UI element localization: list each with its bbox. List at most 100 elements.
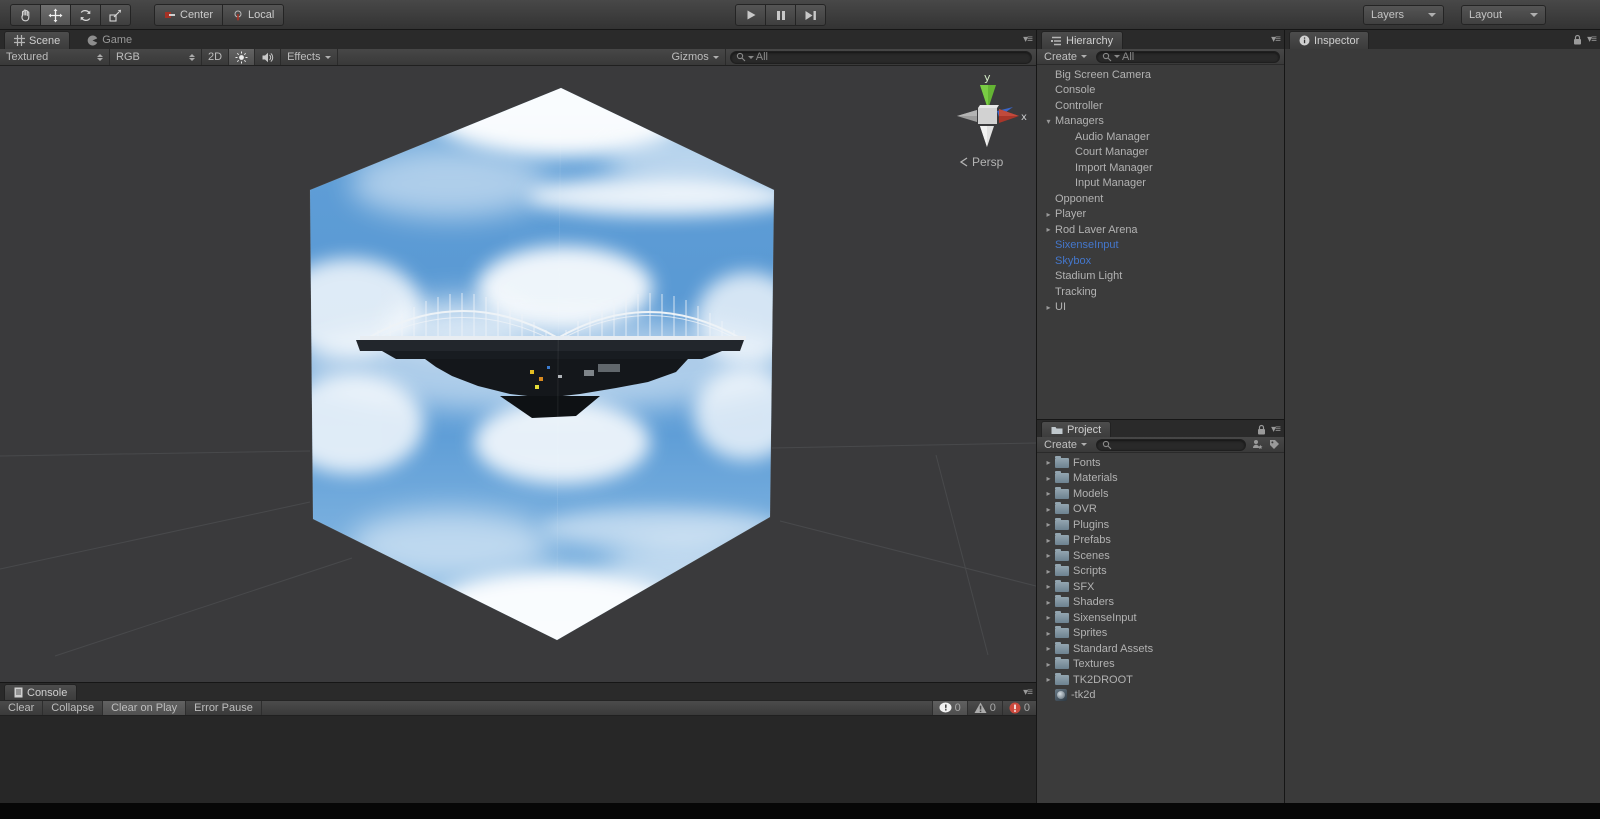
hierarchy-item[interactable]: Import Manager bbox=[1037, 160, 1284, 176]
hierarchy-item[interactable]: ▸ Player bbox=[1037, 207, 1284, 223]
project-item[interactable]: ▸ Materials bbox=[1037, 471, 1284, 487]
project-item[interactable]: ▸ Shaders bbox=[1037, 595, 1284, 611]
hierarchy-item[interactable]: Controller bbox=[1037, 98, 1284, 114]
hierarchy-item[interactable]: Opponent bbox=[1037, 191, 1284, 207]
search-by-type-icon[interactable] bbox=[1252, 439, 1263, 450]
hierarchy-panel-menu[interactable]: ▾≡ bbox=[1271, 34, 1280, 45]
hierarchy-item[interactable]: ▸ Rod Laver Arena bbox=[1037, 222, 1284, 238]
inspector-panel-menu[interactable]: ▾≡ bbox=[1573, 34, 1596, 45]
effects-dropdown[interactable]: Effects bbox=[281, 49, 337, 65]
project-item[interactable]: ▸ Sprites bbox=[1037, 626, 1284, 642]
hierarchy-item[interactable]: ▾ Managers bbox=[1037, 114, 1284, 130]
channel-dropdown[interactable]: RGB bbox=[110, 49, 202, 65]
expand-arrow-icon[interactable]: ▸ bbox=[1042, 567, 1055, 576]
hierarchy-item[interactable]: Input Manager bbox=[1037, 176, 1284, 192]
2d-toggle-button[interactable]: 2D bbox=[202, 49, 229, 65]
scene-viewport[interactable]: y x bbox=[0, 66, 1036, 682]
scale-tool-button[interactable] bbox=[100, 4, 131, 26]
project-item[interactable]: ▸ SixenseInput bbox=[1037, 610, 1284, 626]
console-action-button[interactable]: Clear on Play bbox=[103, 701, 186, 715]
expand-arrow-icon[interactable]: ▸ bbox=[1042, 675, 1055, 684]
project-item[interactable]: ▸ Scenes bbox=[1037, 548, 1284, 564]
persp-toggle[interactable]: Persp bbox=[959, 155, 1003, 169]
console-action-button[interactable]: Error Pause bbox=[186, 701, 262, 715]
hierarchy-item[interactable]: SixenseInput bbox=[1037, 238, 1284, 254]
hierarchy-item[interactable]: Tracking bbox=[1037, 284, 1284, 300]
expand-arrow-icon[interactable]: ▸ bbox=[1042, 644, 1055, 653]
error-circle-icon bbox=[1009, 702, 1021, 714]
pause-button[interactable] bbox=[765, 4, 796, 26]
expand-arrow-icon[interactable]: ▸ bbox=[1042, 474, 1055, 483]
expand-arrow-icon[interactable]: ▸ bbox=[1042, 303, 1055, 312]
project-search-input[interactable] bbox=[1096, 439, 1246, 451]
expand-arrow-icon[interactable]: ▸ bbox=[1042, 458, 1055, 467]
tab-game[interactable]: Game bbox=[78, 31, 141, 49]
expand-arrow-icon[interactable]: ▸ bbox=[1042, 660, 1055, 669]
project-item[interactable]: ▸ TK2DROOT bbox=[1037, 672, 1284, 688]
tab-inspector[interactable]: Inspector bbox=[1289, 31, 1369, 49]
project-item[interactable]: ▸ Standard Assets bbox=[1037, 641, 1284, 657]
project-item[interactable]: ▸ SFX bbox=[1037, 579, 1284, 595]
pivot-center-button[interactable]: Center bbox=[154, 4, 223, 26]
project-item[interactable]: ▸ Scripts bbox=[1037, 564, 1284, 580]
hierarchy-create-button[interactable]: Create bbox=[1041, 51, 1090, 63]
console-panel-menu[interactable]: ▾≡ bbox=[1023, 687, 1032, 698]
console-action-button[interactable]: Clear bbox=[0, 701, 43, 715]
rotate-tool-button[interactable] bbox=[70, 4, 101, 26]
hierarchy-item[interactable]: Stadium Light bbox=[1037, 269, 1284, 285]
hierarchy-item[interactable]: Audio Manager bbox=[1037, 129, 1284, 145]
expand-arrow-icon[interactable]: ▸ bbox=[1042, 629, 1055, 638]
lock-icon[interactable] bbox=[1257, 424, 1266, 435]
expand-arrow-icon[interactable]: ▸ bbox=[1042, 551, 1055, 560]
project-item[interactable]: ▸ Prefabs bbox=[1037, 533, 1284, 549]
console-action-button[interactable]: Collapse bbox=[43, 701, 103, 715]
lighting-toggle-button[interactable] bbox=[229, 49, 255, 65]
project-item[interactable]: -tk2d bbox=[1037, 688, 1284, 704]
tab-scene[interactable]: Scene bbox=[4, 31, 70, 49]
hand-tool-button[interactable] bbox=[10, 4, 41, 26]
project-panel-menu[interactable]: ▾≡ bbox=[1257, 424, 1280, 435]
move-tool-button[interactable] bbox=[40, 4, 71, 26]
expand-arrow-icon[interactable]: ▸ bbox=[1042, 489, 1055, 498]
project-create-button[interactable]: Create bbox=[1041, 439, 1090, 451]
project-item[interactable]: ▸ Models bbox=[1037, 486, 1284, 502]
audio-toggle-button[interactable] bbox=[255, 49, 281, 65]
pivot-local-button[interactable]: Local bbox=[222, 4, 284, 26]
tab-console[interactable]: Console bbox=[4, 684, 77, 700]
scene-panel-menu[interactable]: ▾≡ bbox=[1023, 34, 1032, 45]
expand-arrow-icon[interactable]: ▸ bbox=[1042, 613, 1055, 622]
expand-arrow-icon[interactable]: ▸ bbox=[1042, 505, 1055, 514]
project-item[interactable]: ▸ Textures bbox=[1037, 657, 1284, 673]
project-item[interactable]: ▸ Fonts bbox=[1037, 455, 1284, 471]
error-counter-button[interactable]: 0 bbox=[1002, 701, 1036, 715]
expand-arrow-icon[interactable]: ▸ bbox=[1042, 536, 1055, 545]
scene-orientation-gizmo[interactable]: y x bbox=[941, 69, 1033, 179]
lock-icon[interactable] bbox=[1573, 34, 1582, 45]
expand-arrow-icon[interactable]: ▸ bbox=[1042, 210, 1055, 219]
info-counter-button[interactable]: ! 0 bbox=[932, 701, 967, 715]
expand-arrow-icon[interactable]: ▸ bbox=[1042, 225, 1055, 234]
step-button[interactable] bbox=[795, 4, 826, 26]
expand-arrow-icon[interactable]: ▸ bbox=[1042, 582, 1055, 591]
hierarchy-item[interactable]: Court Manager bbox=[1037, 145, 1284, 161]
hierarchy-item[interactable]: Console bbox=[1037, 83, 1284, 99]
gizmos-dropdown[interactable]: Gizmos bbox=[666, 49, 726, 65]
hierarchy-item[interactable]: Skybox bbox=[1037, 253, 1284, 269]
tab-hierarchy[interactable]: Hierarchy bbox=[1041, 31, 1123, 49]
hierarchy-item[interactable]: Big Screen Camera bbox=[1037, 67, 1284, 83]
render-mode-dropdown[interactable]: Textured bbox=[0, 49, 110, 65]
expand-arrow-icon[interactable]: ▸ bbox=[1042, 598, 1055, 607]
warning-counter-button[interactable]: 0 bbox=[967, 701, 1002, 715]
play-button[interactable] bbox=[735, 4, 766, 26]
expand-arrow-icon[interactable]: ▸ bbox=[1042, 520, 1055, 529]
project-item[interactable]: ▸ OVR bbox=[1037, 502, 1284, 518]
tab-project[interactable]: Project bbox=[1041, 421, 1111, 437]
project-item[interactable]: ▸ Plugins bbox=[1037, 517, 1284, 533]
hierarchy-item[interactable]: ▸ UI bbox=[1037, 300, 1284, 316]
search-by-label-icon[interactable] bbox=[1269, 439, 1280, 450]
layers-dropdown[interactable]: Layers bbox=[1363, 5, 1444, 25]
expand-arrow-icon[interactable]: ▾ bbox=[1042, 117, 1055, 126]
layout-dropdown[interactable]: Layout bbox=[1461, 5, 1546, 25]
scene-search-input[interactable]: All bbox=[730, 51, 1032, 64]
hierarchy-search-input[interactable]: All bbox=[1096, 51, 1280, 63]
